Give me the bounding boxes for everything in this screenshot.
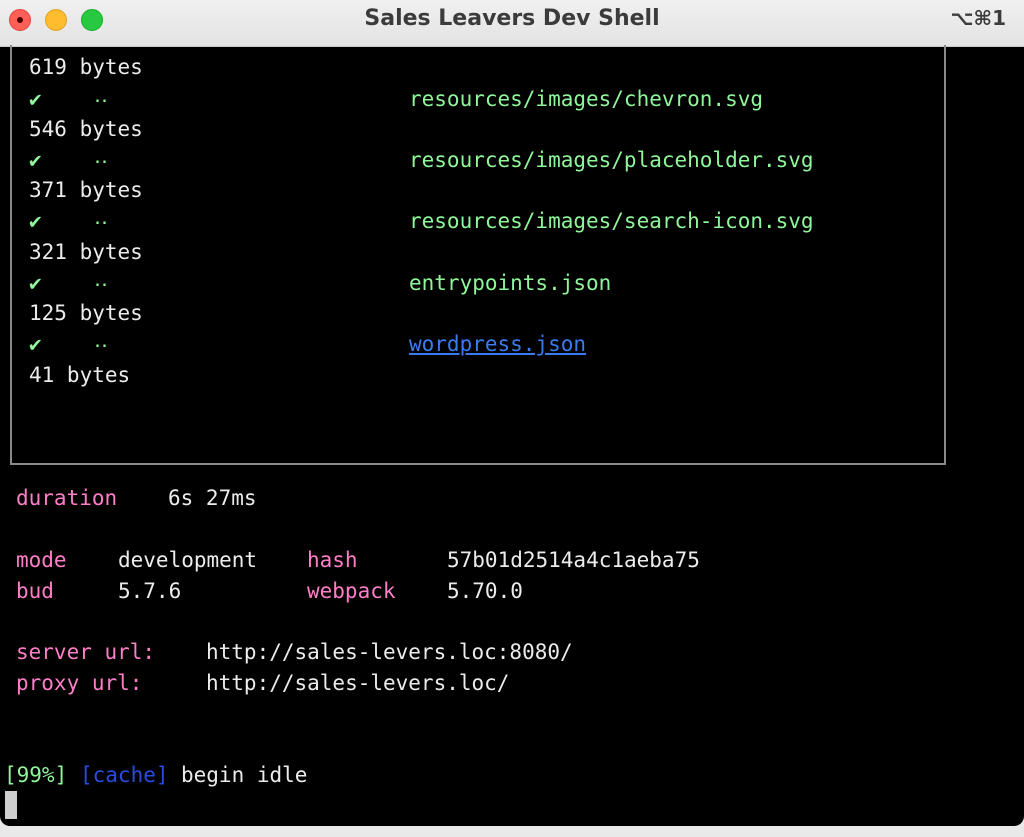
asset-file-link[interactable]: wordpress.json [409, 332, 586, 356]
terminal-output[interactable]: 619 bytes ✔ ‥ resources/images/chevron.s… [0, 45, 1024, 826]
webpack-value: 5.70.0 [447, 579, 523, 603]
asset-size: 619 bytes [29, 55, 143, 79]
ellipsis-icon: ‥ [94, 83, 109, 107]
duration-value: 6s 27ms [168, 486, 257, 510]
mode-value: development [118, 548, 258, 572]
asset-file: resources/images/chevron.svg [409, 87, 764, 111]
ellipsis-icon: ‥ [94, 205, 109, 229]
ellipsis-icon: ‥ [94, 328, 109, 352]
proxy-url-label: proxy url: [16, 671, 143, 695]
asset-size: 321 bytes [29, 240, 143, 264]
status-message: begin idle [181, 763, 308, 787]
check-icon: ✔ [29, 209, 42, 233]
asset-file: resources/images/search-icon.svg [409, 209, 814, 233]
check-icon: ✔ [29, 332, 42, 356]
server-url-label: server url: [16, 640, 156, 664]
mode-label: mode [16, 548, 67, 572]
proxy-url-value[interactable]: http://sales-levers.loc/ [206, 671, 509, 695]
hash-label: hash [307, 548, 358, 572]
check-icon: ✔ [29, 87, 42, 111]
asset-file: entrypoints.json [409, 271, 612, 295]
bud-value: 5.7.6 [118, 579, 182, 603]
asset-size: 41 bytes [29, 363, 131, 387]
ellipsis-icon: ‥ [94, 267, 109, 291]
check-icon: ✔ [29, 271, 42, 295]
duration-label: duration [16, 486, 118, 510]
terminal-window: Sales Leavers Dev Shell ⌥⌘1 619 bytes ✔ … [0, 0, 1024, 826]
title-bar[interactable]: Sales Leavers Dev Shell ⌥⌘1 [0, 0, 1024, 47]
asset-file: resources/images/placeholder.svg [409, 148, 814, 172]
window-shortcut: ⌥⌘1 [950, 6, 1006, 30]
asset-size: 125 bytes [29, 301, 143, 325]
asset-size: 371 bytes [29, 178, 143, 202]
text-cursor [5, 791, 17, 819]
hash-value: 57b01d2514a4c1aeba75 [447, 548, 700, 572]
bud-label: bud [16, 579, 54, 603]
cache-tag: [cache] [80, 763, 169, 787]
webpack-label: webpack [307, 579, 396, 603]
server-url-value[interactable]: http://sales-levers.loc:8080/ [206, 640, 573, 664]
window-title: Sales Leavers Dev Shell [364, 6, 660, 31]
ellipsis-icon: ‥ [94, 144, 109, 168]
check-icon: ✔ [29, 148, 42, 172]
progress-indicator: [99%] [4, 763, 68, 787]
asset-size: 546 bytes [29, 117, 143, 141]
